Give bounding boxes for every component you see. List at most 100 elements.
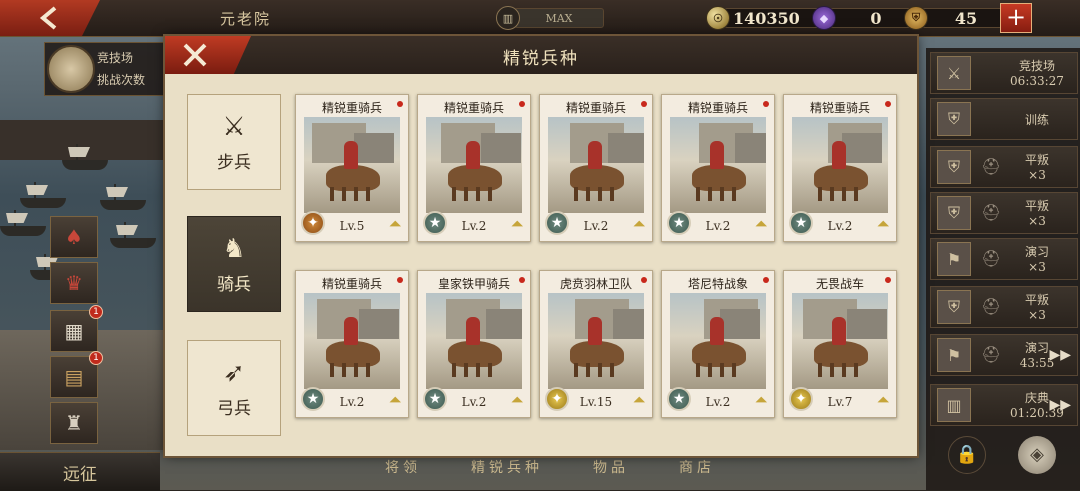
horse-legs	[330, 363, 376, 377]
queue-item[interactable]: ⛨ ⛑ 平叛 ×3	[930, 192, 1078, 234]
unit-name: 精锐重骑兵	[809, 101, 870, 115]
unit-portrait	[792, 117, 888, 213]
category-infantry[interactable]: ⚔ 步兵	[187, 94, 281, 190]
tab-elite-units[interactable]: 精锐兵种	[471, 457, 543, 477]
unit-card[interactable]: 虎贲羽林卫队 ✦ Lv.15 ⏶	[539, 270, 653, 418]
upgrade-chevron-icon: ⏶	[510, 390, 524, 409]
queue-detail: ×3	[1028, 308, 1046, 322]
expedition-button[interactable]: 远征	[0, 452, 160, 491]
queue-item[interactable]: ⚑ ⛑ 演习 43:55 ▶▶	[930, 334, 1078, 376]
resource-value: 45	[922, 8, 1010, 28]
queue-task-icon: ▥	[937, 388, 971, 422]
unit-card[interactable]: 精锐重骑兵 ★ Lv.2 ⏶	[417, 94, 531, 242]
add-resource-button[interactable]: +	[1000, 3, 1032, 33]
temple-building	[481, 133, 521, 163]
new-indicator-dot	[885, 277, 891, 283]
queue-item[interactable]: ⛨ ⛑ 平叛 ×3	[930, 146, 1078, 188]
horse-legs	[452, 363, 498, 377]
tab-shop[interactable]: 商店	[679, 457, 715, 477]
upgrade-chevron-icon: ⏶	[388, 390, 402, 409]
queue-detail: ×3	[1028, 260, 1046, 274]
new-indicator-dot	[519, 277, 525, 283]
unit-card[interactable]: 精锐重骑兵 ★ Lv.2 ⏶	[661, 94, 775, 242]
crown-button[interactable]: ♛	[50, 262, 98, 304]
queue-task-icon: ⛨	[937, 290, 971, 324]
category-label: 弓兵	[217, 398, 251, 419]
queue-detail: ×3	[1028, 214, 1046, 228]
page-title: 元老院	[220, 10, 272, 28]
unit-name: 精锐重骑兵	[443, 101, 504, 115]
temple-building	[720, 309, 760, 339]
unit-card[interactable]: 精锐重骑兵 ★ Lv.2 ⏶	[539, 94, 653, 242]
sword-icon: ⚔	[222, 111, 246, 142]
film-icon: ▦	[64, 319, 84, 343]
money-bag-button[interactable]: ♠	[50, 216, 98, 258]
unit-portrait	[304, 117, 400, 213]
unit-name: 虎贲羽林卫队	[559, 277, 632, 291]
coin-counter[interactable]: ☉ 140350	[706, 6, 826, 30]
category-archer[interactable]: ➶ 弓兵	[187, 340, 281, 436]
unit-card[interactable]: 精锐重骑兵 ✦ Lv.5 ⏶	[295, 94, 409, 242]
fast-forward-icon: ▶▶	[1049, 397, 1071, 413]
queue-item[interactable]: ▥ 庆典 01:20:39 ▶▶	[930, 384, 1078, 426]
new-indicator-dot	[763, 101, 769, 107]
notification-badge: 1	[89, 351, 103, 365]
unit-card[interactable]: 精锐重骑兵 ★ Lv.2 ⏶	[295, 270, 409, 418]
queue-task-icon: ⚑	[937, 242, 971, 276]
unit-portrait	[548, 293, 644, 389]
fast-forward-icon: ▶▶	[1049, 347, 1071, 363]
horse-legs	[574, 363, 620, 377]
unit-portrait	[426, 117, 522, 213]
queue-detail: 06:33:27	[1010, 74, 1064, 88]
back-arrow-icon	[39, 6, 57, 30]
dialog-header: 精锐兵种	[165, 36, 917, 74]
upgrade-chevron-icon: ⏶	[876, 390, 890, 409]
gem-icon: ◆	[812, 6, 836, 30]
rider-figure	[588, 141, 602, 169]
building-level: ▥ MAX	[496, 6, 604, 30]
queue-label: 演习	[1024, 245, 1049, 259]
rider-figure	[344, 317, 358, 345]
unit-card[interactable]: 精锐重骑兵 ★ Lv.2 ⏶	[783, 94, 897, 242]
arena-card[interactable]: 竞技场 挑战次数	[44, 42, 168, 96]
trophy-button[interactable]: ♜	[50, 402, 98, 444]
category-cavalry[interactable]: ♞ 骑兵	[187, 216, 281, 312]
upgrade-chevron-icon: ⏶	[388, 214, 402, 233]
queue-item[interactable]: ⛨ ⛑ 平叛 ×3	[930, 286, 1078, 328]
unit-name: 无畏战车	[815, 277, 864, 291]
tab-generals[interactable]: 将领	[385, 457, 421, 477]
unit-name: 精锐重骑兵	[687, 101, 748, 115]
back-button[interactable]	[0, 0, 100, 36]
coin-value: 140350	[724, 8, 826, 28]
temple-building	[735, 133, 766, 163]
arena-title: 竞技场	[97, 51, 134, 65]
shield-button[interactable]: ◈	[1018, 436, 1056, 474]
tab-items[interactable]: 物品	[593, 457, 629, 477]
temple-building	[613, 309, 644, 339]
chest-button[interactable]: ▤ 1	[50, 351, 103, 398]
resource-counter[interactable]: ⛨ 45	[904, 6, 1010, 30]
queue-item[interactable]: ⚔ 竞技场 06:33:27	[930, 52, 1078, 94]
rider-figure	[832, 317, 846, 345]
upgrade-chevron-icon: ⏶	[510, 214, 524, 233]
horse-legs	[696, 363, 742, 377]
notification-badge: 1	[89, 305, 103, 319]
rider-figure	[466, 317, 480, 345]
money-bag-icon: ♠	[65, 225, 83, 249]
scroll-icon	[47, 45, 95, 93]
unit-card[interactable]: 皇家铁甲骑兵 ★ Lv.2 ⏶	[417, 270, 531, 418]
queue-item[interactable]: ⚑ ⛑ 演习 ×3	[930, 238, 1078, 280]
video-button[interactable]: ▦ 1	[50, 305, 103, 352]
unit-name: 塔尼特战象	[687, 277, 748, 291]
queue-item[interactable]: ⛨ 训练	[930, 98, 1078, 140]
temple-building	[359, 309, 399, 339]
upgrade-chevron-icon: ⏶	[754, 214, 768, 233]
unit-card[interactable]: 塔尼特战象 ★ Lv.2 ⏶	[661, 270, 775, 418]
chest-icon: ▤	[64, 365, 84, 389]
queue-detail: ×3	[1028, 168, 1046, 182]
unit-portrait	[670, 293, 766, 389]
temple-building	[847, 309, 887, 339]
unit-name: 皇家铁甲骑兵	[437, 277, 510, 291]
unit-card[interactable]: 无畏战车 ✦ Lv.7 ⏶	[783, 270, 897, 418]
horse-icon: ♞	[222, 233, 246, 264]
